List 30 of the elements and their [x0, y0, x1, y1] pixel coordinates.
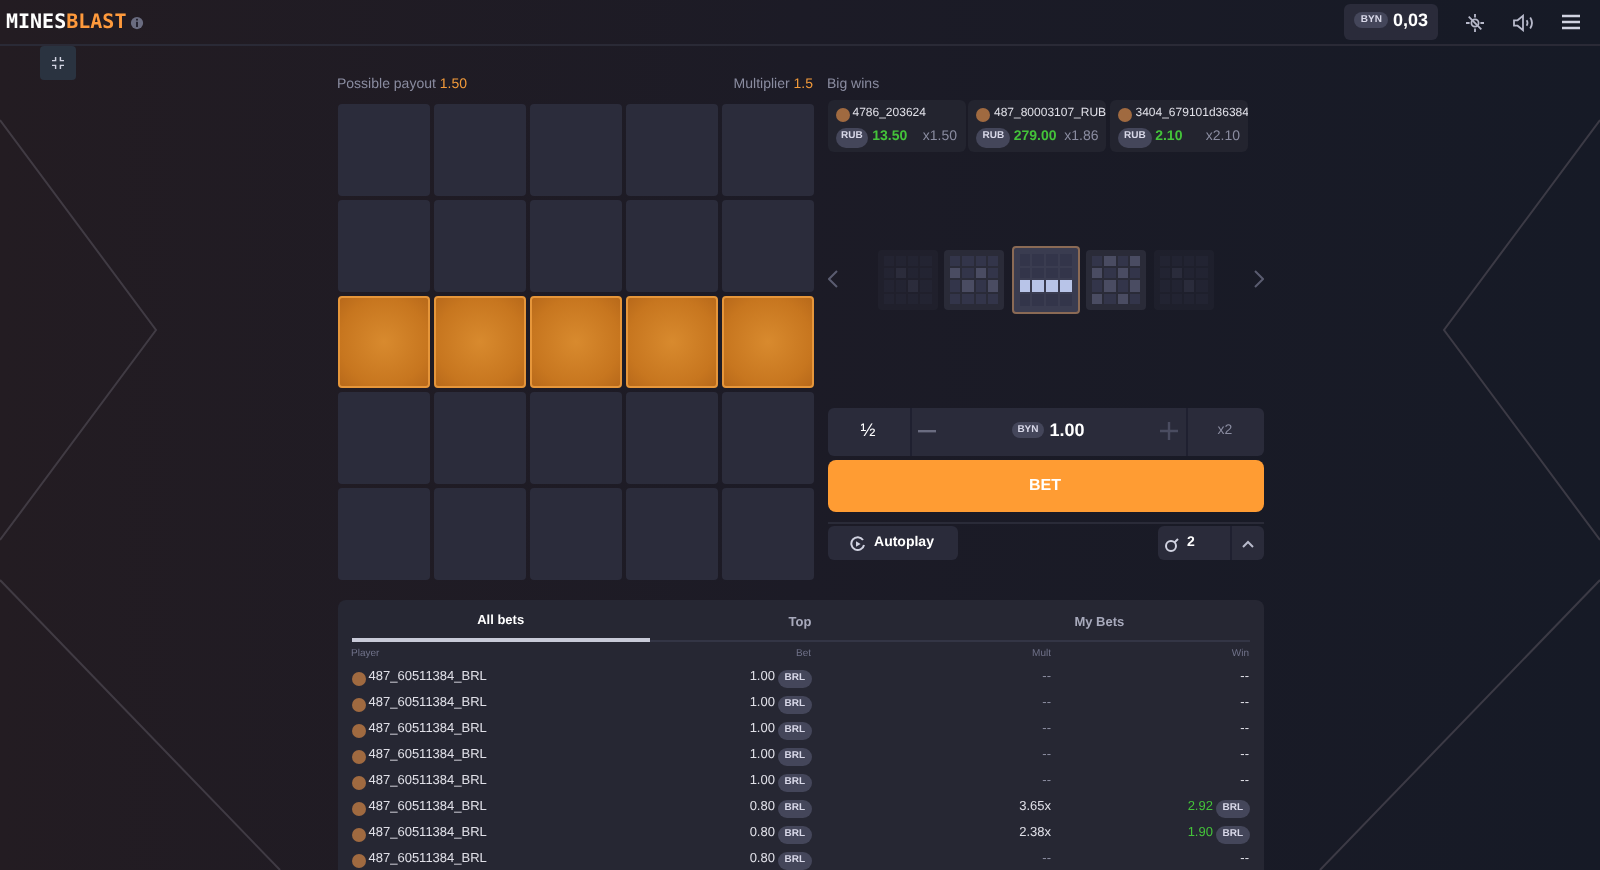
revealed-tile[interactable]: [529, 296, 621, 388]
caret-up-icon[interactable]: [1241, 539, 1253, 548]
sound-icon[interactable]: [1512, 13, 1534, 31]
animation-off-icon[interactable]: [1466, 13, 1484, 31]
avatar-icon: [1118, 107, 1132, 122]
hidden-tile[interactable]: [337, 104, 429, 196]
mine-pattern-thumbnail[interactable]: [1011, 245, 1079, 314]
replay-icon: [850, 535, 867, 552]
collapse-icon: [52, 54, 64, 72]
bomb-icon: [1164, 535, 1180, 552]
mine-pattern-thumbnail[interactable]: [1086, 249, 1146, 310]
collapse-button[interactable]: [40, 46, 76, 80]
hidden-tile[interactable]: [337, 392, 429, 484]
revealed-tile[interactable]: [337, 296, 429, 388]
revealed-tile[interactable]: [433, 296, 525, 388]
avatar-icon: [835, 107, 849, 122]
hidden-tile[interactable]: [337, 488, 429, 580]
previous-arrow-icon[interactable]: [827, 270, 837, 289]
revealed-tile[interactable]: [721, 296, 813, 388]
half-bet-button[interactable]: ½: [827, 407, 911, 456]
game-logo: MINESBLAST: [6, 9, 127, 37]
avatar-icon: [976, 107, 991, 122]
revealed-tile[interactable]: [625, 296, 717, 388]
minus-icon[interactable]: [918, 429, 936, 434]
plus-icon[interactable]: [1159, 422, 1178, 441]
info-icon[interactable]: [129, 15, 144, 29]
next-arrow-icon[interactable]: [1253, 270, 1263, 289]
hidden-tile[interactable]: [337, 200, 429, 292]
menu-icon[interactable]: [1562, 14, 1580, 30]
mine-pattern-thumbnail[interactable]: [944, 249, 1004, 310]
